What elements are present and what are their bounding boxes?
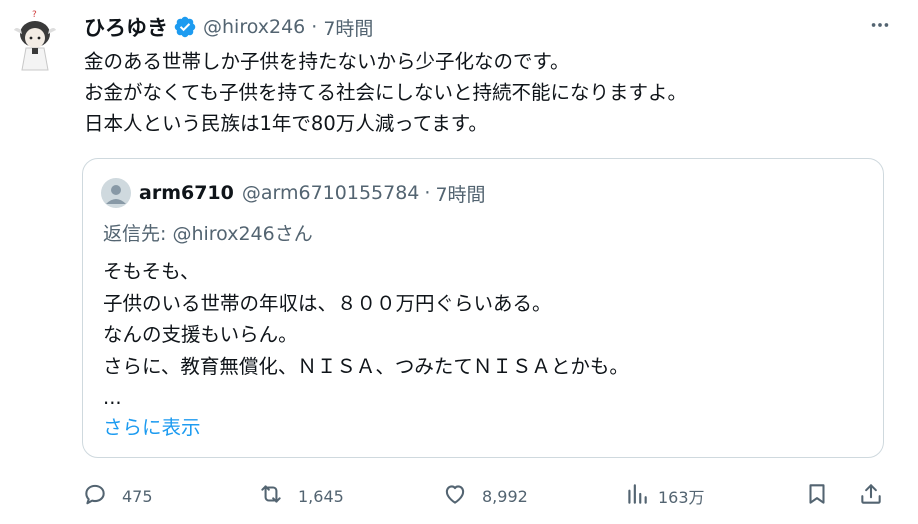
show-more-link[interactable]: さらに表示	[103, 411, 201, 440]
quoted-tweet-header: arm6710 @arm6710155784 · 7時間	[101, 178, 486, 208]
view-count: 163万	[658, 488, 705, 507]
quoted-text-line: 子供のいる世帯の年収は、８００万円ぐらいある。	[103, 291, 552, 315]
verified-badge-icon	[173, 15, 197, 39]
reply-icon	[82, 481, 108, 511]
author-avatar[interactable]: ?	[12, 8, 60, 72]
quoted-tweet-timestamp: 7時間	[435, 183, 486, 206]
repost-count: 1,645	[298, 486, 344, 506]
tweet-text-line: 金のある世帯しか子供を持たないから少子化なのです。	[84, 50, 570, 73]
like-count: 8,992	[482, 486, 528, 506]
author-display-name[interactable]: ひろゆき	[84, 12, 168, 42]
tweet-text-line: お金がなくても子供を持てる社会にしないと持続不能になりますよ。	[84, 81, 687, 104]
quoted-author-avatar[interactable]	[101, 178, 131, 208]
repost-icon	[258, 481, 284, 511]
quoted-text-line: なんの支援もいらん。	[103, 323, 298, 346]
reply-count: 475	[122, 486, 153, 506]
tweet-header: ひろゆき @hirox246 · 7時間	[84, 12, 373, 42]
tweet-timestamp[interactable]: 7時間	[323, 14, 373, 41]
quoted-text-line: そもそも、	[103, 260, 200, 283]
quoted-author-handle: @arm6710155784	[241, 182, 420, 204]
views-icon	[624, 481, 650, 511]
tweet-text: 金のある世帯しか子供を持たないから少子化なのです。 お金がなくても子供を持てる社…	[84, 46, 894, 139]
bookmark-button[interactable]	[804, 476, 830, 516]
views-button[interactable]: 163万	[624, 476, 705, 516]
share-button[interactable]	[858, 476, 884, 516]
like-button[interactable]: 8,992	[442, 476, 528, 516]
more-icon	[869, 14, 891, 40]
quoted-text-line: ...	[103, 386, 122, 409]
reply-button[interactable]: 475	[82, 476, 153, 516]
reply-to-label: 返信先: @hirox246さん	[103, 223, 313, 245]
author-handle[interactable]: @hirox246	[203, 16, 305, 38]
svg-text:?: ?	[32, 10, 37, 20]
like-icon	[442, 481, 468, 511]
separator-dot: ·	[424, 182, 431, 204]
quoted-tweet-text: そもそも、 子供のいる世帯の年収は、８００万円ぐらいある。 なんの支援もいらん。…	[103, 256, 873, 414]
repost-button[interactable]: 1,645	[258, 476, 344, 516]
bookmark-icon	[804, 481, 830, 511]
action-bar: 475 1,645 8,992 163万	[82, 476, 894, 516]
quoted-tweet[interactable]: arm6710 @arm6710155784 · 7時間 返信先: @hirox…	[82, 158, 884, 458]
share-icon	[858, 481, 884, 511]
more-button[interactable]	[864, 12, 896, 42]
quoted-text-line: さらに、教育無償化、ＮＩＳＡ、つみたてＮＩＳＡとかも。	[103, 354, 629, 378]
tweet-text-line: 日本人という民族は1年で80万人減ってます。	[84, 112, 488, 135]
quoted-author-display-name: arm6710	[139, 182, 234, 204]
separator-dot: ·	[311, 16, 318, 38]
